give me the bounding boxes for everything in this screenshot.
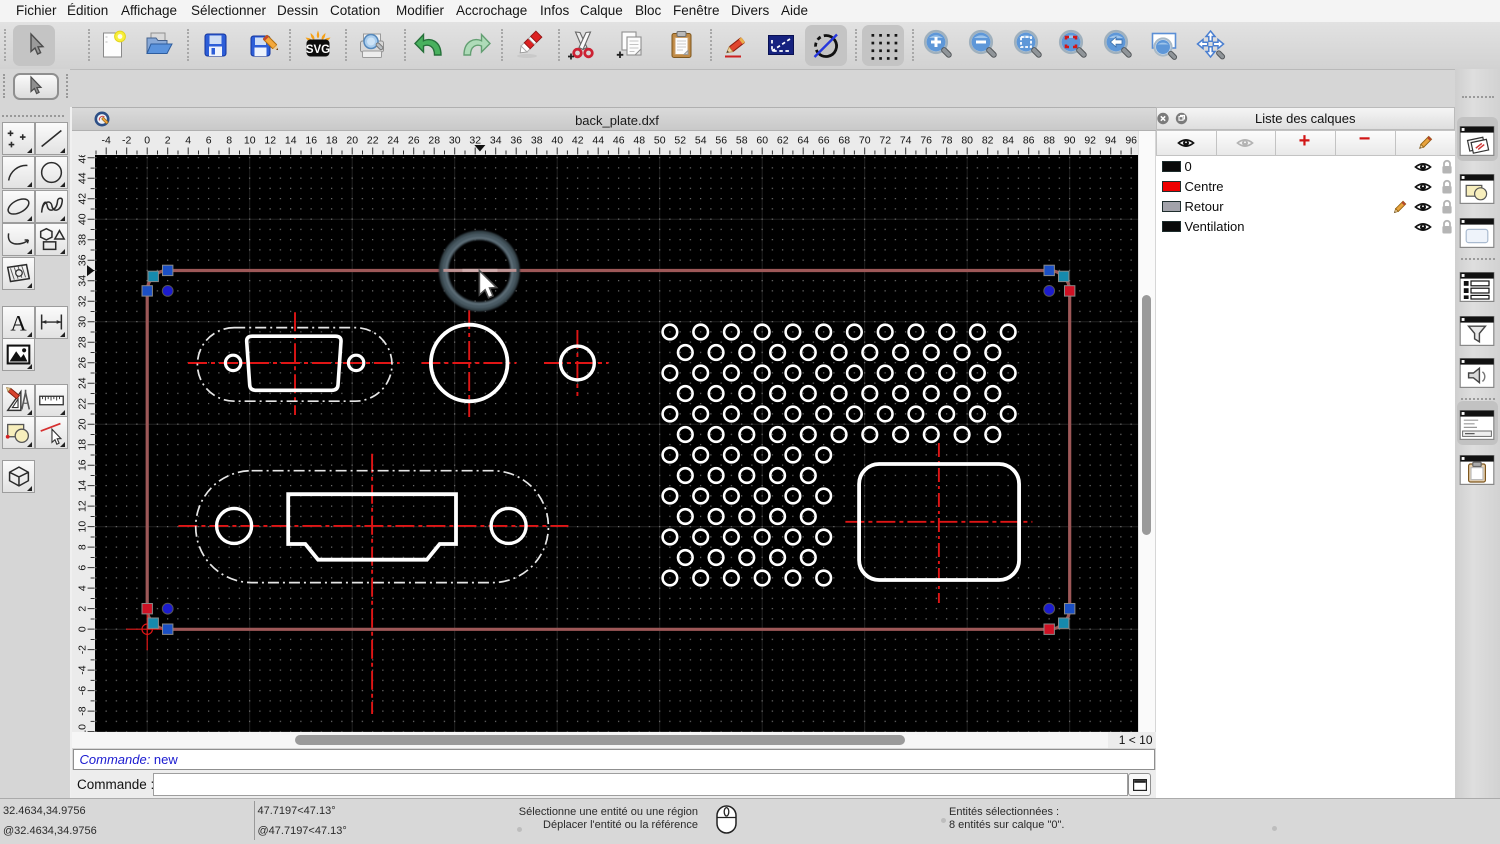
svg-text:-2: -2 [122,136,131,147]
svg-text:44: 44 [592,136,604,147]
svg-text:-4: -4 [101,136,110,147]
svg-text:80: 80 [961,136,973,147]
svg-text:-2: -2 [77,645,88,654]
svg-text:32: 32 [77,295,88,307]
svg-text:30: 30 [77,316,88,328]
svg-text:84: 84 [1002,136,1014,147]
svg-text:6: 6 [205,136,211,147]
svg-text:38: 38 [530,136,542,147]
svg-text:46: 46 [77,155,88,164]
svg-text:-8: -8 [77,706,88,715]
svg-text:56: 56 [715,136,727,147]
svg-text:16: 16 [305,136,317,147]
svg-text:24: 24 [387,136,399,147]
svg-text:32: 32 [469,136,481,147]
svg-text:28: 28 [428,136,440,147]
svg-text:0: 0 [144,136,150,147]
svg-text:64: 64 [797,136,809,147]
svg-text:14: 14 [284,136,296,147]
svg-text:8: 8 [77,544,88,550]
svg-text:48: 48 [633,136,645,147]
svg-text:62: 62 [776,136,788,147]
svg-text:SVG: SVG [306,44,330,56]
svg-text:72: 72 [879,136,891,147]
svg-text:6: 6 [77,565,88,571]
svg-text:34: 34 [77,275,88,287]
svg-text:76: 76 [920,136,932,147]
svg-text:2: 2 [164,136,170,147]
svg-text:94: 94 [1104,136,1116,147]
svg-text:4: 4 [77,585,88,591]
svg-text:90: 90 [1063,136,1075,147]
svg-text:44: 44 [77,172,88,184]
svg-text:14: 14 [77,480,88,492]
svg-text:26: 26 [407,136,419,147]
svg-text:40: 40 [77,213,88,225]
svg-text:88: 88 [1043,136,1055,147]
svg-text:74: 74 [899,136,911,147]
svg-text:86: 86 [1022,136,1034,147]
svg-text:A: A [10,310,27,335]
svg-text:-6: -6 [77,686,88,695]
svg-text:68: 68 [838,136,850,147]
svg-text:30: 30 [448,136,460,147]
svg-text:96: 96 [1125,136,1137,147]
svg-text:2: 2 [77,606,88,612]
svg-text:10: 10 [243,136,255,147]
svg-text:22: 22 [77,398,88,410]
svg-text:12: 12 [264,136,276,147]
svg-text:92: 92 [1084,136,1096,147]
svg-text:10: 10 [77,521,88,533]
svg-text:78: 78 [940,136,952,147]
svg-text:38: 38 [77,234,88,246]
svg-text:58: 58 [735,136,747,147]
svg-text:52: 52 [674,136,686,147]
svg-text:60: 60 [756,136,768,147]
svg-text:-10: -10 [77,724,88,732]
svg-text:36: 36 [510,136,522,147]
svg-text:20: 20 [77,418,88,430]
svg-text:22: 22 [366,136,378,147]
svg-text:46: 46 [612,136,624,147]
svg-text:28: 28 [77,336,88,348]
svg-text:54: 54 [694,136,706,147]
svg-text:18: 18 [77,439,88,451]
svg-text:40: 40 [551,136,563,147]
svg-text:36: 36 [77,254,88,266]
svg-text:12: 12 [77,500,88,512]
svg-text:16: 16 [77,459,88,471]
svg-text:70: 70 [858,136,870,147]
svg-text:0: 0 [77,626,88,632]
svg-text:20: 20 [346,136,358,147]
svg-text:4: 4 [185,136,191,147]
svg-text:24: 24 [77,377,88,389]
svg-text:8: 8 [226,136,232,147]
svg-text:42: 42 [77,193,88,205]
svg-text:34: 34 [489,136,501,147]
svg-text:26: 26 [77,357,88,369]
svg-text:82: 82 [981,136,993,147]
svg-text:18: 18 [325,136,337,147]
svg-text:66: 66 [817,136,829,147]
svg-text:-4: -4 [77,665,88,674]
svg-text:50: 50 [653,136,665,147]
svg-text:42: 42 [571,136,583,147]
